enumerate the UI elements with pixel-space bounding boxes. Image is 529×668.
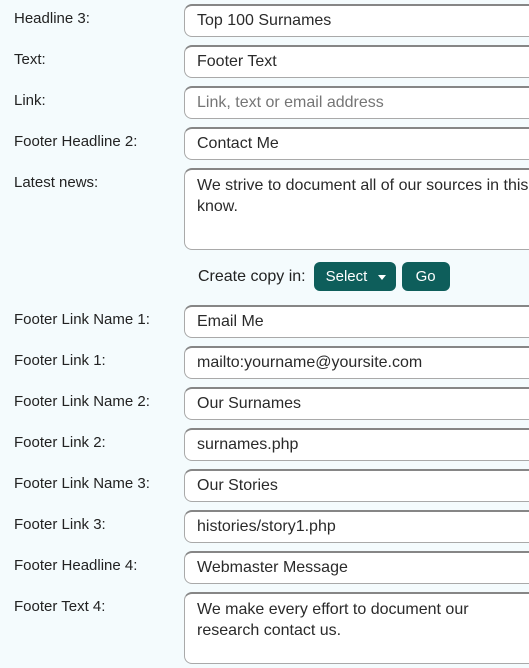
create-copy-label: Create copy in: [198, 268, 306, 286]
link-input[interactable] [184, 86, 529, 119]
footer-headline2-input[interactable] [184, 127, 529, 160]
footer-link-name1-label: Footer Link Name 1: [14, 305, 184, 328]
headline3-input[interactable] [184, 4, 529, 37]
footer-link3-input[interactable] [184, 510, 529, 543]
footer-link-name2-input[interactable] [184, 387, 529, 420]
footer-text4-label: Footer Text 4: [14, 592, 184, 615]
footer-link2-label: Footer Link 2: [14, 428, 184, 451]
footer-link3-label: Footer Link 3: [14, 510, 184, 533]
footer-link-name2-label: Footer Link Name 2: [14, 387, 184, 410]
latest-news-textarea[interactable]: We strive to document all of our sources… [184, 168, 529, 250]
headline3-label: Headline 3: [14, 4, 184, 27]
footer-text4-textarea[interactable]: We make every effort to document our res… [184, 592, 529, 664]
latest-news-label: Latest news: [14, 168, 184, 191]
text-input[interactable] [184, 45, 529, 78]
text-label: Text: [14, 45, 184, 68]
footer-headline2-label: Footer Headline 2: [14, 127, 184, 150]
footer-link-name3-input[interactable] [184, 469, 529, 502]
footer-link2-input[interactable] [184, 428, 529, 461]
footer-headline4-label: Footer Headline 4: [14, 551, 184, 574]
footer-link-name1-input[interactable] [184, 305, 529, 338]
footer-link1-input[interactable] [184, 346, 529, 379]
footer-link-name3-label: Footer Link Name 3: [14, 469, 184, 492]
link-label: Link: [14, 86, 184, 109]
footer-link1-label: Footer Link 1: [14, 346, 184, 369]
footer-headline4-input[interactable] [184, 551, 529, 584]
create-copy-select[interactable]: Select [314, 262, 396, 291]
go-button[interactable]: Go [402, 262, 450, 291]
